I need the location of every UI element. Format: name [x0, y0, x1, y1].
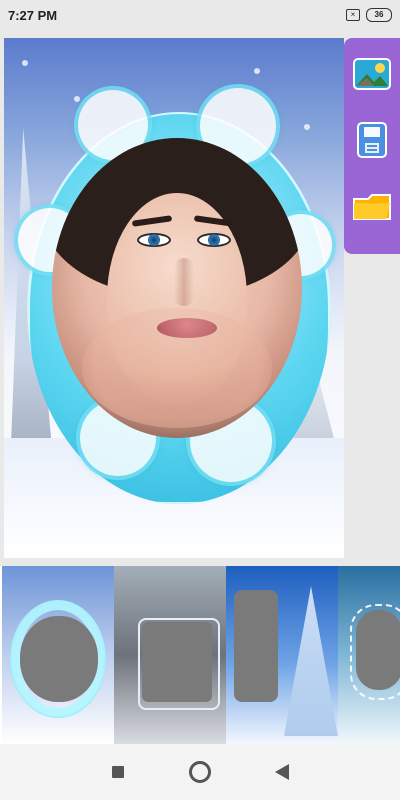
recents-button[interactable] — [104, 758, 132, 786]
snowflake — [22, 60, 28, 66]
gallery-button[interactable] — [350, 48, 394, 100]
frame-thumbnails — [0, 566, 400, 744]
folder-icon — [352, 189, 392, 223]
thumbnail-hole — [356, 610, 400, 690]
system-nav-bar — [0, 744, 400, 800]
folder-button[interactable] — [350, 180, 394, 232]
gallery-icon — [353, 58, 391, 90]
save-button[interactable] — [350, 114, 394, 166]
save-icon — [356, 121, 388, 159]
snowflake — [304, 124, 310, 130]
home-button[interactable] — [186, 758, 214, 786]
thumbnail-frame-1[interactable] — [2, 566, 114, 744]
snowflake — [74, 96, 80, 102]
snowflake — [254, 68, 260, 74]
status-icons: × 36 — [346, 8, 392, 22]
thumbnail-frame-4[interactable] — [338, 566, 400, 744]
thumbnail-hole — [142, 622, 212, 702]
thumbnail-frame-2[interactable] — [114, 566, 226, 744]
recents-icon — [112, 766, 124, 778]
notification-icon: × — [346, 9, 360, 21]
back-button[interactable] — [268, 758, 296, 786]
face-photo — [52, 138, 302, 438]
nose — [174, 258, 194, 306]
back-icon — [275, 764, 289, 780]
battery-level: 36 — [374, 10, 384, 19]
status-time: 7:27 PM — [8, 8, 58, 23]
photo-preview[interactable] — [4, 38, 344, 558]
thumbnail-hole — [234, 590, 278, 702]
right-eye — [197, 233, 231, 247]
battery-icon: 36 — [366, 8, 392, 22]
hands — [82, 308, 272, 428]
side-toolbar — [344, 38, 400, 254]
left-eye — [137, 233, 171, 247]
thumbnail-hole — [20, 616, 98, 702]
thumbnail-tree — [284, 586, 338, 736]
status-bar: 7:27 PM × 36 — [0, 0, 400, 32]
home-icon — [189, 761, 211, 783]
thumbnail-frame-3[interactable] — [226, 566, 338, 744]
